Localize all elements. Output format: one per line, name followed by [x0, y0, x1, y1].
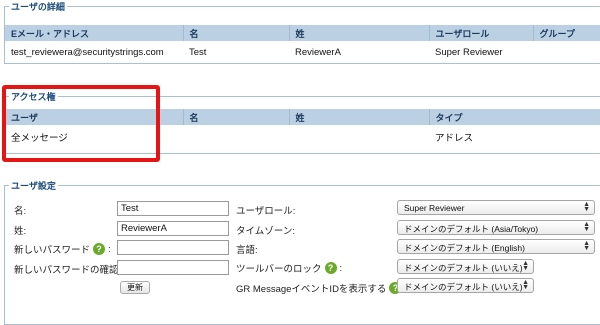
first-name-input[interactable]	[117, 201, 229, 216]
table-row[interactable]: test_reviewera@securitystrings.com Test …	[5, 41, 600, 63]
last-name-label: 姓:	[14, 226, 27, 237]
gr-event-id-select[interactable]: ドメインのデフォルト (いいえ) ▲ ▼	[397, 278, 534, 293]
last-name-input[interactable]	[117, 221, 229, 236]
language-select-value: ドメインのデフォルト (English)	[404, 243, 525, 253]
select-arrows-icon: ▲ ▼	[583, 240, 590, 252]
user-role-label: ユーザロール:	[236, 206, 296, 217]
toolbar-lock-select[interactable]: ドメインのデフォルト (いいえ) ▲ ▼	[397, 259, 534, 274]
access-user-cell: 全メッセージ	[11, 133, 68, 144]
user-first-name-cell: Test	[189, 46, 207, 58]
help-icon[interactable]: ?	[93, 243, 106, 255]
colon: :	[339, 262, 343, 274]
user-email-cell: test_reviewera@securitystrings.com	[11, 46, 164, 58]
select-arrows-icon: ▲ ▼	[583, 201, 590, 213]
select-arrows-icon: ▲ ▼	[583, 221, 590, 233]
column-header-user[interactable]: ユーザ	[5, 109, 184, 125]
timezone-select-value: ドメインのデフォルト (Asia/Tokyo)	[404, 224, 539, 234]
column-header-first-name[interactable]: 名	[183, 109, 290, 125]
access-first-name-cell	[183, 125, 289, 149]
column-header-group[interactable]: グループ	[533, 25, 600, 41]
user-last-name-cell: ReviewerA	[295, 46, 341, 58]
column-header-user-role[interactable]: ユーザロール	[429, 25, 534, 41]
user-details-header-row: Eメール・アドレス 名 姓 ユーザロール グループ	[5, 25, 600, 41]
colon: :	[108, 243, 111, 255]
language-label: 言語:	[236, 245, 258, 256]
column-header-email[interactable]: Eメール・アドレス	[5, 25, 184, 41]
timezone-select[interactable]: ドメインのデフォルト (Asia/Tokyo) ▲ ▼	[397, 220, 595, 235]
access-last-name-cell	[289, 125, 429, 149]
toolbar-lock-select-value: ドメインのデフォルト (いいえ)	[404, 263, 523, 273]
gr-event-id-label: GR MessageイベントIDを表示する	[236, 284, 387, 295]
column-header-last-name[interactable]: 姓	[289, 25, 430, 41]
user-details-table: Eメール・アドレス 名 姓 ユーザロール グループ test_reviewera…	[5, 25, 600, 63]
new-password-input[interactable]	[117, 240, 229, 255]
user-settings-form: 名: 姓: 新しいパスワード ? : 新しいパスワードの確認: 更新 ユーザロー…	[4, 185, 600, 320]
gr-event-id-label-group: GR MessageイベントIDを表示する ? :	[236, 281, 407, 295]
user-role-select[interactable]: Super Reviewer ▲ ▼	[397, 200, 595, 215]
column-header-last-name[interactable]: 姓	[289, 109, 430, 125]
access-type-cell: アドレス	[435, 133, 474, 144]
access-rights-table: ユーザ 名 姓 タイプ 全メッセージ アドレス	[5, 109, 600, 149]
gr-event-id-select-value: ドメインのデフォルト (いいえ)	[404, 282, 523, 292]
table-row[interactable]: 全メッセージ アドレス	[5, 125, 600, 149]
language-select[interactable]: ドメインのデフォルト (English) ▲ ▼	[397, 239, 595, 254]
new-password-label: 新しいパスワード	[14, 245, 91, 256]
confirm-password-input[interactable]	[117, 260, 229, 275]
timezone-label: タイムゾーン:	[236, 226, 295, 237]
access-rights-legend: アクセス権	[9, 90, 58, 103]
toolbar-lock-label: ツールバーのロック	[236, 264, 322, 275]
new-password-label-group: 新しいパスワード ? :	[14, 242, 111, 256]
user-details-panel: ユーザの詳細 Eメール・アドレス 名 姓 ユーザロール グループ test_re…	[4, 0, 600, 64]
first-name-label: 名:	[14, 206, 27, 217]
access-header-row: ユーザ 名 姓 タイプ	[5, 109, 600, 125]
access-rights-panel: アクセス権 ユーザ 名 姓 タイプ 全メッセージ アドレス	[4, 90, 600, 154]
toolbar-lock-label-group: ツールバーのロック ? :	[236, 261, 342, 275]
select-arrows-icon: ▲ ▼	[522, 260, 529, 272]
user-role-cell: Super Reviewer	[435, 46, 503, 58]
user-role-select-value: Super Reviewer	[404, 203, 465, 213]
select-arrows-icon: ▲ ▼	[522, 279, 529, 291]
update-button[interactable]: 更新	[120, 281, 150, 294]
column-header-type[interactable]: タイプ	[429, 109, 600, 125]
user-group-cell	[533, 41, 600, 63]
confirm-password-label: 新しいパスワードの確認:	[14, 265, 122, 276]
help-icon[interactable]: ?	[324, 262, 337, 274]
user-details-legend: ユーザの詳細	[9, 0, 67, 13]
column-header-first-name[interactable]: 名	[183, 25, 290, 41]
